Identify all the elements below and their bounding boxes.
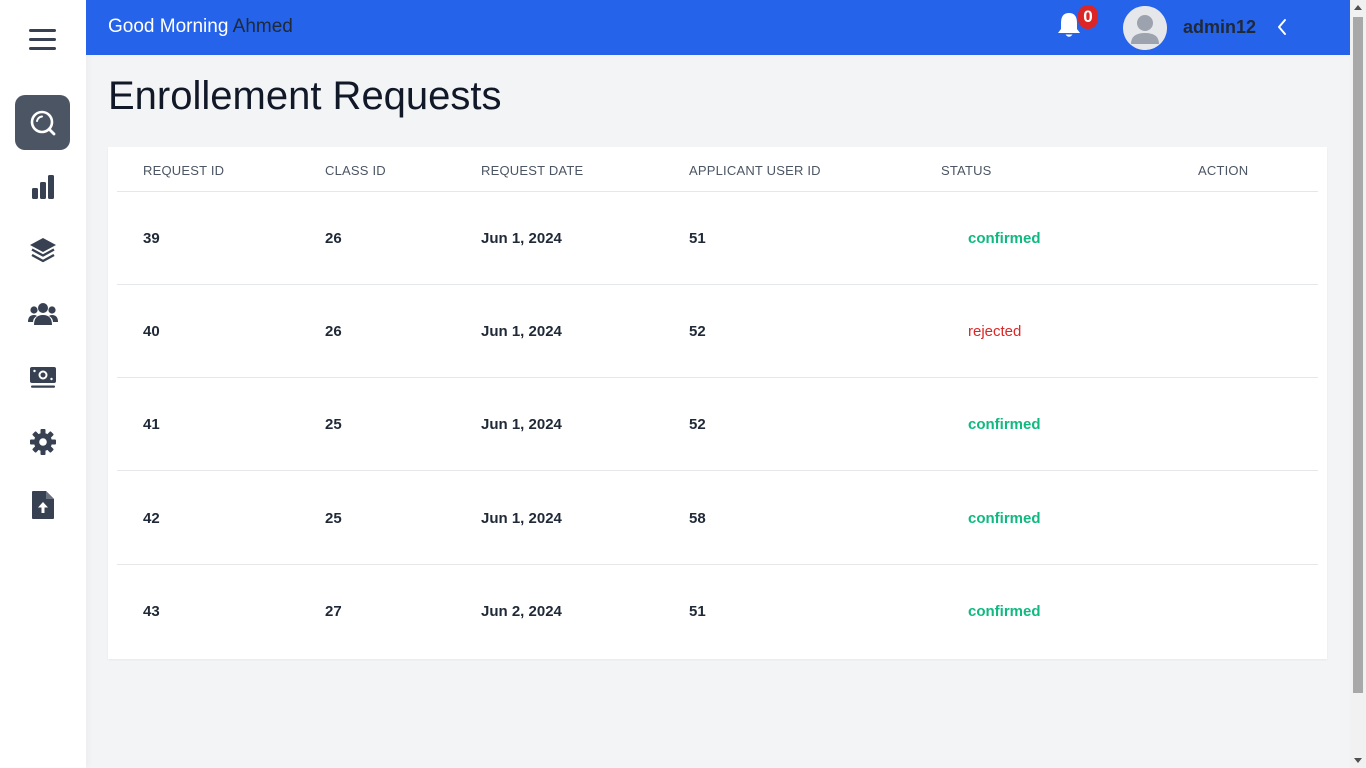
bar-chart-icon	[31, 174, 54, 199]
greeting: Good Morning Ahmed	[108, 16, 293, 38]
gear-icon	[29, 428, 56, 455]
sidebar-item-classes[interactable]	[15, 222, 70, 277]
users-icon	[27, 302, 58, 325]
column-header-action: ACTION	[1198, 163, 1249, 178]
table-row: 40 26 Jun 1, 2024 52 rejected	[117, 285, 1318, 378]
status-badge: confirmed	[968, 230, 1041, 247]
page-title: Enrollement Requests	[108, 74, 502, 118]
avatar[interactable]	[1123, 6, 1167, 50]
collapse-button[interactable]	[1276, 18, 1292, 38]
status-badge: confirmed	[968, 510, 1041, 527]
cell-class-id: 25	[325, 510, 342, 527]
search-icon	[30, 110, 55, 135]
scroll-down-arrow-icon[interactable]	[1354, 758, 1362, 763]
sidebar-item-users[interactable]	[15, 286, 70, 341]
cell-class-id: 25	[325, 416, 342, 433]
status-badge: rejected	[968, 323, 1022, 340]
table-row: 41 25 Jun 1, 2024 52 confirmed	[117, 378, 1318, 471]
table-row: 43 27 Jun 2, 2024 51 confirmed	[117, 565, 1318, 658]
cell-applicant-user-id: 58	[689, 510, 706, 527]
requests-table: REQUEST ID CLASS ID REQUEST DATE APPLICA…	[108, 147, 1327, 659]
cell-request-id: 40	[143, 323, 160, 340]
cell-applicant-user-id: 52	[689, 416, 706, 433]
greeting-user-name: Ahmed	[232, 16, 293, 37]
scroll-up-arrow-icon[interactable]	[1354, 5, 1362, 10]
file-upload-icon	[31, 490, 54, 519]
cell-request-id: 42	[143, 510, 160, 527]
sidebar-item-uploads[interactable]	[15, 477, 70, 532]
column-header-applicant-user-id: APPLICANT USER ID	[689, 163, 821, 178]
cell-request-date: Jun 1, 2024	[481, 510, 562, 527]
cell-request-date: Jun 1, 2024	[481, 416, 562, 433]
cell-request-date: Jun 1, 2024	[481, 230, 562, 247]
sidebar-item-settings[interactable]	[15, 414, 70, 469]
column-header-class-id: CLASS ID	[325, 163, 386, 178]
greeting-text: Good Morning	[108, 16, 229, 37]
chevron-left-icon	[1278, 19, 1286, 35]
cell-class-id: 26	[325, 230, 342, 247]
cell-request-date: Jun 1, 2024	[481, 323, 562, 340]
layers-icon	[29, 237, 56, 262]
table-header: REQUEST ID CLASS ID REQUEST DATE APPLICA…	[117, 147, 1318, 192]
column-header-status: STATUS	[941, 163, 992, 178]
cell-request-date: Jun 2, 2024	[481, 603, 562, 620]
column-header-request-date: REQUEST DATE	[481, 163, 584, 178]
cell-class-id: 26	[325, 323, 342, 340]
cell-request-id: 39	[143, 230, 160, 247]
column-header-request-id: REQUEST ID	[143, 163, 225, 178]
cell-class-id: 27	[325, 603, 342, 620]
user-avatar-icon	[1123, 6, 1167, 50]
status-badge: confirmed	[968, 603, 1041, 620]
top-header: Good Morning Ahmed 0 admin12	[86, 0, 1350, 55]
sidebar-item-analytics[interactable]	[15, 159, 70, 214]
scroll-thumb[interactable]	[1353, 17, 1363, 693]
sidebar-item-search[interactable]	[15, 95, 70, 150]
money-icon	[29, 366, 56, 388]
sidebar	[0, 0, 86, 768]
sidebar-item-payments[interactable]	[15, 349, 70, 404]
cell-request-id: 41	[143, 416, 160, 433]
cell-applicant-user-id: 51	[689, 230, 706, 247]
table-row: 42 25 Jun 1, 2024 58 confirmed	[117, 472, 1318, 565]
username[interactable]: admin12	[1183, 17, 1256, 38]
menu-icon[interactable]	[29, 29, 56, 51]
vertical-scrollbar[interactable]	[1350, 0, 1366, 768]
status-badge: confirmed	[968, 416, 1041, 433]
cell-applicant-user-id: 51	[689, 603, 706, 620]
table-row: 39 26 Jun 1, 2024 51 confirmed	[117, 192, 1318, 285]
cell-applicant-user-id: 52	[689, 323, 706, 340]
cell-request-id: 43	[143, 603, 160, 620]
notification-count-badge: 0	[1078, 5, 1098, 29]
